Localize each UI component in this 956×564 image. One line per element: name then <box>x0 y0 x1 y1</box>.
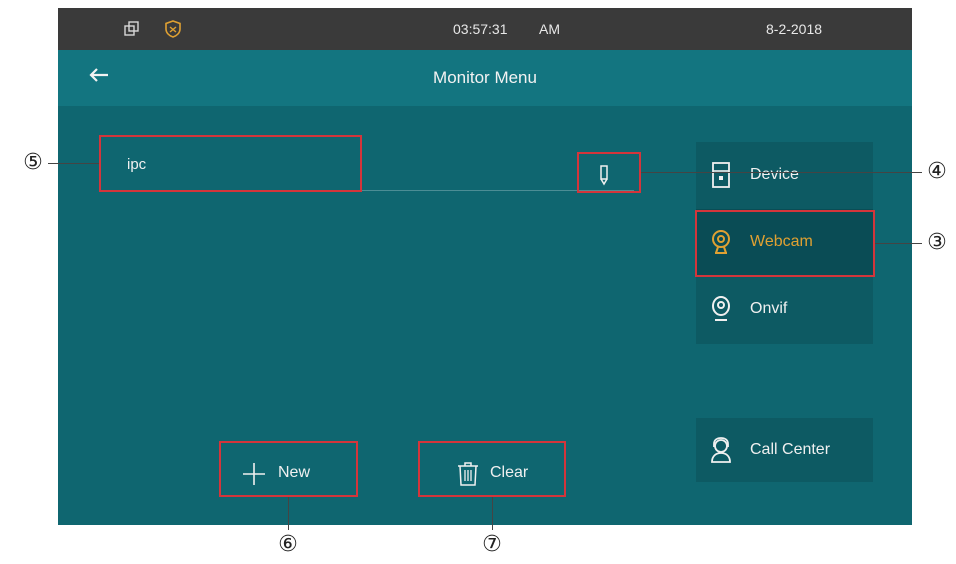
callout-4: ④ <box>927 159 947 184</box>
status-meridiem: AM <box>539 21 560 37</box>
status-time: 03:57:31 <box>453 21 508 37</box>
title-bar: Monitor Menu <box>58 50 912 106</box>
windows-icon <box>123 20 141 41</box>
side-item-label: Onvif <box>750 300 788 317</box>
callout-7: ⑦ <box>482 532 502 557</box>
callout-line-5 <box>48 163 99 164</box>
callout-3: ③ <box>927 230 947 255</box>
callout-5: ⑤ <box>23 150 43 175</box>
callout-line-3 <box>875 243 922 244</box>
intercom-icon <box>709 161 733 189</box>
highlight-box-list-item <box>99 135 362 192</box>
callout-6: ⑥ <box>278 532 298 557</box>
camera-icon <box>709 295 733 323</box>
highlight-box-clear <box>418 441 566 497</box>
highlight-box-new <box>219 441 358 497</box>
status-date: 8-2-2018 <box>766 21 823 37</box>
side-item-onvif[interactable]: Onvif <box>696 276 873 343</box>
side-item-label: Device <box>750 166 799 183</box>
page-title: Monitor Menu <box>433 68 537 87</box>
call-center-button[interactable]: Call Center <box>696 418 873 482</box>
callout-line-6 <box>288 497 289 530</box>
shield-icon <box>164 20 182 41</box>
callout-line-4 <box>641 172 922 173</box>
call-center-label: Call Center <box>750 441 831 458</box>
callout-line-7 <box>492 497 493 530</box>
highlight-box-webcam <box>695 210 875 277</box>
call-center-icon <box>709 436 733 464</box>
highlight-box-edit <box>577 152 641 193</box>
status-bar: 03:57:31 AM 8-2-2018 <box>58 8 912 50</box>
side-item-device[interactable]: Device <box>696 142 873 209</box>
